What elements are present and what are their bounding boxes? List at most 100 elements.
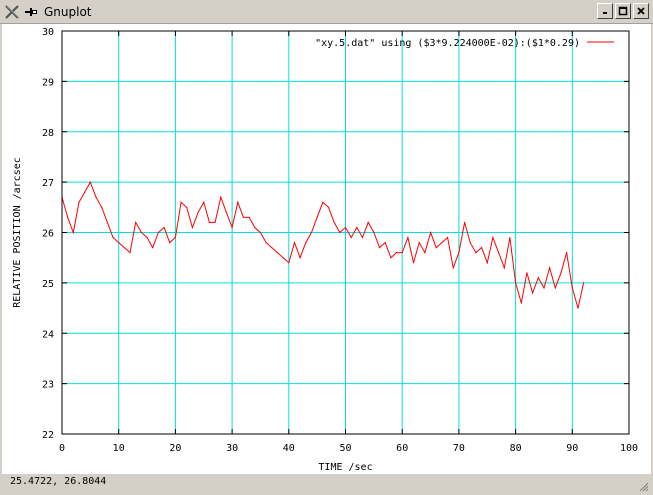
maximize-button[interactable]	[615, 3, 631, 19]
x-close-icon[interactable]	[4, 4, 20, 20]
series-point	[293, 241, 296, 244]
y-axis-label: RELATIVE POSITION /arcsec	[12, 157, 23, 308]
y-tick-label: 23	[42, 380, 54, 391]
series-point	[135, 221, 137, 224]
series-point	[237, 201, 239, 203]
series-point	[412, 262, 415, 264]
series-point	[163, 226, 165, 229]
series-point	[367, 221, 369, 224]
close-button[interactable]	[633, 3, 649, 19]
minimize-button[interactable]	[597, 3, 613, 19]
series-point	[67, 216, 69, 218]
series-point	[327, 206, 330, 208]
series-point	[407, 236, 409, 239]
series-point	[344, 226, 347, 229]
series-point	[361, 236, 364, 239]
gnuplot-window: Gnuplot 0 10 20 30 40 50 60 70 80 90 100…	[0, 0, 653, 495]
series-point	[203, 201, 205, 203]
series-point	[486, 262, 488, 264]
series-point	[435, 247, 437, 249]
series-point	[305, 241, 307, 244]
series-point	[140, 231, 142, 234]
axis-ticks: 0 10 20 30 40 50 60 70 80 90 100 22 23 24 25 26 27 28 29 30	[42, 27, 638, 454]
series-point	[339, 231, 341, 234]
close-icon	[637, 7, 645, 15]
series-point	[515, 282, 517, 284]
x-tick-label: 80	[510, 443, 522, 454]
x-tick-label: 20	[169, 443, 181, 454]
series-point	[497, 252, 500, 254]
title-bar[interactable]: Gnuplot	[0, 0, 653, 24]
series-point	[384, 241, 386, 244]
series-point	[390, 257, 392, 259]
x-tick-label: 70	[453, 443, 465, 454]
plot-canvas[interactable]: 0 10 20 30 40 50 60 70 80 90 100 22 23 24 25 26 27 28 29 30…	[2, 24, 651, 474]
minimize-icon	[603, 12, 607, 14]
series-point	[532, 292, 534, 294]
series-point	[333, 221, 335, 224]
series-point	[180, 201, 182, 203]
y-tick-label: 22	[42, 430, 54, 441]
y-tick-label: 27	[42, 178, 54, 189]
window-controls	[597, 3, 649, 19]
series-point	[112, 236, 114, 239]
series-point	[288, 262, 290, 264]
y-tick-label: 30	[42, 27, 54, 38]
series-point	[242, 216, 245, 218]
series-point	[316, 216, 318, 218]
series-point	[429, 231, 432, 234]
series-point	[469, 241, 471, 244]
series-point	[537, 277, 539, 279]
series-point	[157, 231, 159, 234]
series-layer	[61, 180, 585, 309]
series-point	[310, 231, 313, 234]
series-point	[72, 231, 74, 234]
series-point	[424, 252, 426, 254]
series-point	[101, 206, 103, 208]
series-point	[378, 247, 381, 249]
cursor-coordinates: 25.4722, 26.8044	[10, 476, 107, 487]
x-tick-label: 30	[226, 443, 238, 454]
status-bar: 25.4722, 26.8044	[0, 474, 653, 495]
series-point	[350, 236, 352, 239]
series-point	[446, 236, 449, 239]
series-point	[197, 211, 199, 213]
series-point	[322, 201, 324, 203]
series-point	[84, 191, 86, 193]
series-point	[571, 287, 573, 289]
y-tick-label: 25	[42, 279, 54, 290]
grid	[62, 31, 629, 434]
series-point	[526, 272, 528, 274]
series-point	[271, 247, 273, 249]
legend-label: "xy.5.dat" using ($3*9.224000E-02):($1*0…	[315, 38, 580, 49]
series-point	[560, 272, 562, 274]
series-point	[95, 196, 97, 198]
series-point	[480, 247, 483, 249]
series-point	[276, 252, 279, 254]
series-point	[118, 241, 120, 244]
series-point	[169, 241, 171, 244]
series-point	[356, 226, 358, 229]
series-point	[395, 252, 398, 254]
series-point	[418, 241, 420, 244]
x-tick-label: 100	[620, 443, 638, 454]
x-tick-label: 50	[339, 443, 351, 454]
series-point	[458, 252, 460, 254]
series-point	[78, 201, 80, 203]
series-point	[509, 236, 511, 239]
series-point	[254, 226, 256, 229]
series-point	[503, 267, 505, 269]
series-point	[373, 231, 375, 234]
series-point	[129, 252, 131, 254]
series-point	[186, 206, 188, 208]
y-tick-label: 24	[42, 329, 54, 340]
series-point	[208, 221, 211, 224]
series-point	[549, 267, 551, 269]
series-point	[225, 211, 228, 213]
y-tick-label: 28	[42, 128, 54, 139]
x-tick-label: 90	[566, 443, 578, 454]
pin-icon[interactable]	[24, 6, 38, 18]
series-point	[220, 196, 222, 198]
resize-grip-icon[interactable]	[639, 482, 649, 492]
window-title: Gnuplot	[44, 5, 92, 19]
